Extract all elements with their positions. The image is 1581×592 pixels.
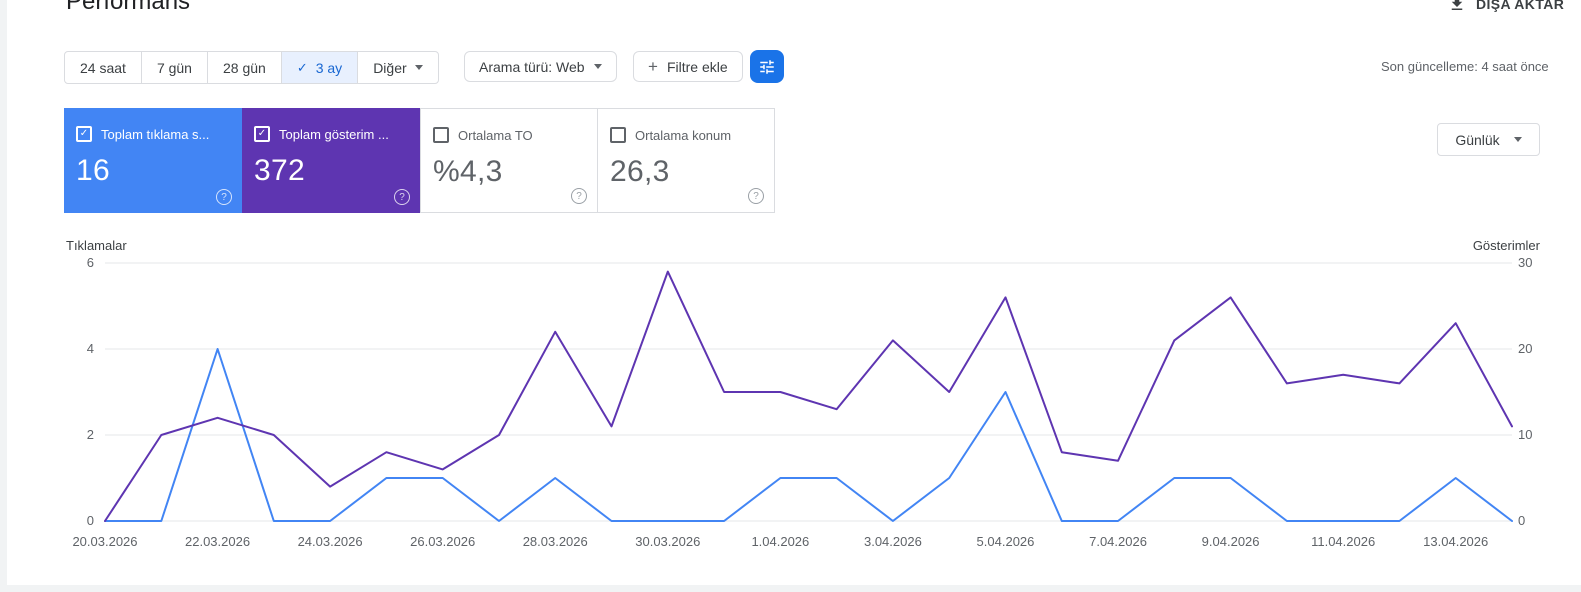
tab-28-days[interactable]: 28 gün <box>206 52 281 83</box>
help-icon[interactable]: ? <box>216 189 232 205</box>
x-axis-label: 24.03.2026 <box>297 534 363 549</box>
checkbox-checked-icon[interactable]: ✓ <box>76 126 92 142</box>
y-right-tick-label: 10 <box>1518 427 1533 442</box>
card-label: Ortalama konum <box>635 127 732 143</box>
y-left-tick-label: 4 <box>86 341 94 356</box>
tab-label: 7 gün <box>156 59 192 76</box>
chevron-down-icon <box>593 64 602 69</box>
page-title: Performans <box>66 0 191 15</box>
plus-icon: + <box>648 56 658 76</box>
chevron-down-icon <box>414 65 423 70</box>
x-axis-label: 11.04.2026 <box>1311 534 1376 549</box>
x-axis-label: 7.04.2026 <box>1089 534 1147 549</box>
y-left-tick-label: 0 <box>86 513 94 528</box>
right-axis-title: Gösterimler <box>1472 238 1540 253</box>
x-axis-label: 13.04.2026 <box>1423 534 1489 549</box>
card-total-clicks[interactable]: ✓ Toplam tıklama s... 16 ? <box>64 108 242 213</box>
export-button[interactable]: DIŞA AKTAR <box>1448 0 1564 15</box>
tab-7-days[interactable]: 7 gün <box>140 52 207 83</box>
search-type-filter-chip[interactable]: Arama türü: Web <box>464 51 617 82</box>
checkbox-unchecked-icon[interactable] <box>433 127 449 143</box>
granularity-dropdown[interactable]: Günlük <box>1437 123 1540 156</box>
card-value: %4,3 <box>433 155 503 188</box>
card-average-position[interactable]: Ortalama konum 26,3 ? <box>597 108 775 213</box>
tab-label: Diğer <box>373 59 407 76</box>
tab-label: 28 gün <box>222 59 266 76</box>
x-axis-label: 28.03.2026 <box>522 534 588 549</box>
y-left-tick-label: 6 <box>86 255 94 270</box>
x-axis-label: 26.03.2026 <box>410 534 476 549</box>
checkbox-unchecked-icon[interactable] <box>610 127 626 143</box>
page-edge-strip <box>0 0 7 592</box>
help-icon[interactable]: ? <box>394 189 410 205</box>
help-icon[interactable]: ? <box>748 188 764 204</box>
metric-cards: ✓ Toplam tıklama s... 16 ? ✓ Toplam göst… <box>64 108 775 213</box>
tab-3-months[interactable]: ✓ 3 ay <box>280 52 358 83</box>
y-right-tick-label: 30 <box>1518 255 1533 270</box>
download-icon <box>1451 0 1463 10</box>
card-average-ctr[interactable]: Ortalama TO %4,3 ? <box>420 108 598 213</box>
tab-other[interactable]: Diğer <box>357 52 437 83</box>
x-axis-label: 1.04.2026 <box>751 534 810 549</box>
performance-page: Performans DIŞA AKTAR 24 saat 7 gün 28 g… <box>0 0 1581 592</box>
granularity-label: Günlük <box>1455 131 1500 148</box>
page-edge-strip <box>0 585 1581 592</box>
card-total-impressions[interactable]: ✓ Toplam gösterim ... 372 ? <box>242 108 420 213</box>
x-axis-label: 3.04.2026 <box>863 534 922 549</box>
card-label: Ortalama TO <box>458 127 533 143</box>
series-line-clicks <box>104 348 1513 522</box>
card-label: Toplam tıklama s... <box>101 126 210 142</box>
tab-label: 3 ay <box>315 59 343 76</box>
card-label: Toplam gösterim ... <box>279 126 389 142</box>
help-icon[interactable]: ? <box>571 188 587 204</box>
y-right-tick-label: 20 <box>1518 341 1533 356</box>
chevron-down-icon <box>1513 137 1522 142</box>
x-axis-label: 20.03.2026 <box>72 534 138 549</box>
card-value: 26,3 <box>610 155 670 188</box>
x-axis-label: 22.03.2026 <box>185 534 251 549</box>
y-right-tick-label: 0 <box>1518 513 1526 528</box>
x-axis-label: 30.03.2026 <box>635 534 701 549</box>
series-line-impressions <box>104 270 1513 522</box>
left-axis-title: Tıklamalar <box>66 238 127 253</box>
add-filter-chip[interactable]: + Filtre ekle <box>633 51 743 82</box>
last-update-text: Son güncelleme: 4 saat önce <box>1381 59 1549 74</box>
tab-24-hours[interactable]: 24 saat <box>65 52 141 83</box>
card-value: 372 <box>254 154 305 187</box>
performance-line-chart <box>104 262 1513 522</box>
filter-settings-button[interactable] <box>750 50 784 83</box>
x-axis-label: 9.04.2026 <box>1201 534 1260 549</box>
check-icon: ✓ <box>296 59 308 75</box>
date-range-tabs: 24 saat 7 gün 28 gün ✓ 3 ay Diğer <box>64 51 439 84</box>
add-filter-label: Filtre ekle <box>666 58 728 75</box>
y-left-tick-label: 2 <box>86 427 94 442</box>
card-value: 16 <box>76 154 110 187</box>
checkbox-checked-icon[interactable]: ✓ <box>254 126 270 142</box>
search-type-label: Arama türü: Web <box>479 58 585 75</box>
tune-icon <box>760 59 774 74</box>
export-label: DIŞA AKTAR <box>1476 0 1565 12</box>
x-axis-label: 5.04.2026 <box>976 534 1035 549</box>
tab-label: 24 saat <box>80 59 126 76</box>
